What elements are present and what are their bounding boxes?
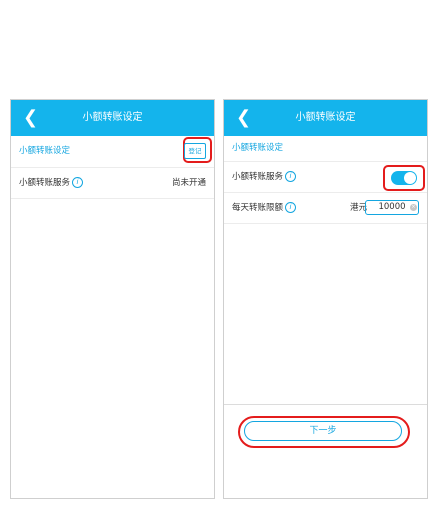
service-toggle[interactable] (391, 171, 417, 185)
limit-row: 每天转账限额 i 港元 10000 × (224, 193, 427, 224)
back-arrow-icon[interactable]: ❮ (236, 100, 251, 136)
info-icon[interactable]: i (72, 177, 84, 188)
service-label: 小额转账服务 (232, 172, 284, 182)
section-title-text: 小额转账设定 (232, 143, 284, 153)
footer-area: 下一步 (224, 404, 427, 498)
register-button[interactable]: 登记 (184, 143, 206, 159)
back-arrow-icon[interactable]: ❮ (23, 100, 38, 136)
clear-icon[interactable]: × (410, 204, 417, 211)
limit-amount-value: 10000 (378, 202, 406, 212)
next-button[interactable]: 下一步 (244, 421, 402, 441)
phone-screen-before: ❮ 小额转账设定 小额转账设定 登记 小额转账服务 i 尚未开通 (10, 99, 215, 499)
highlight-box (383, 165, 425, 191)
section-title-text: 小额转账设定 (19, 146, 71, 156)
limit-amount-input[interactable]: 10000 × (365, 200, 419, 215)
limit-label: 每天转账限额 (232, 203, 284, 213)
highlight-box: 下一步 (238, 416, 410, 448)
toggle-knob (404, 172, 416, 184)
page-title: 小额转账设定 (82, 112, 143, 123)
service-label: 小额转账服务 (19, 178, 71, 188)
header-bar: ❮ 小额转账设定 (11, 100, 214, 136)
phone-screen-after: ❮ 小额转账设定 小额转账设定 小额转账服务 i 每天转账限额 i 港元 10000… (223, 99, 428, 499)
header-bar: ❮ 小额转账设定 (224, 100, 427, 136)
page-title: 小额转账设定 (295, 112, 356, 123)
info-icon[interactable]: i (285, 202, 297, 213)
service-status: 尚未开通 (171, 178, 206, 188)
section-title: 小额转账设定 (224, 136, 427, 162)
service-row: 小额转账服务 i 尚未开通 (11, 168, 214, 199)
section-title: 小额转账设定 登记 (11, 136, 214, 168)
service-row: 小额转账服务 i (224, 162, 427, 193)
info-icon[interactable]: i (285, 171, 297, 182)
